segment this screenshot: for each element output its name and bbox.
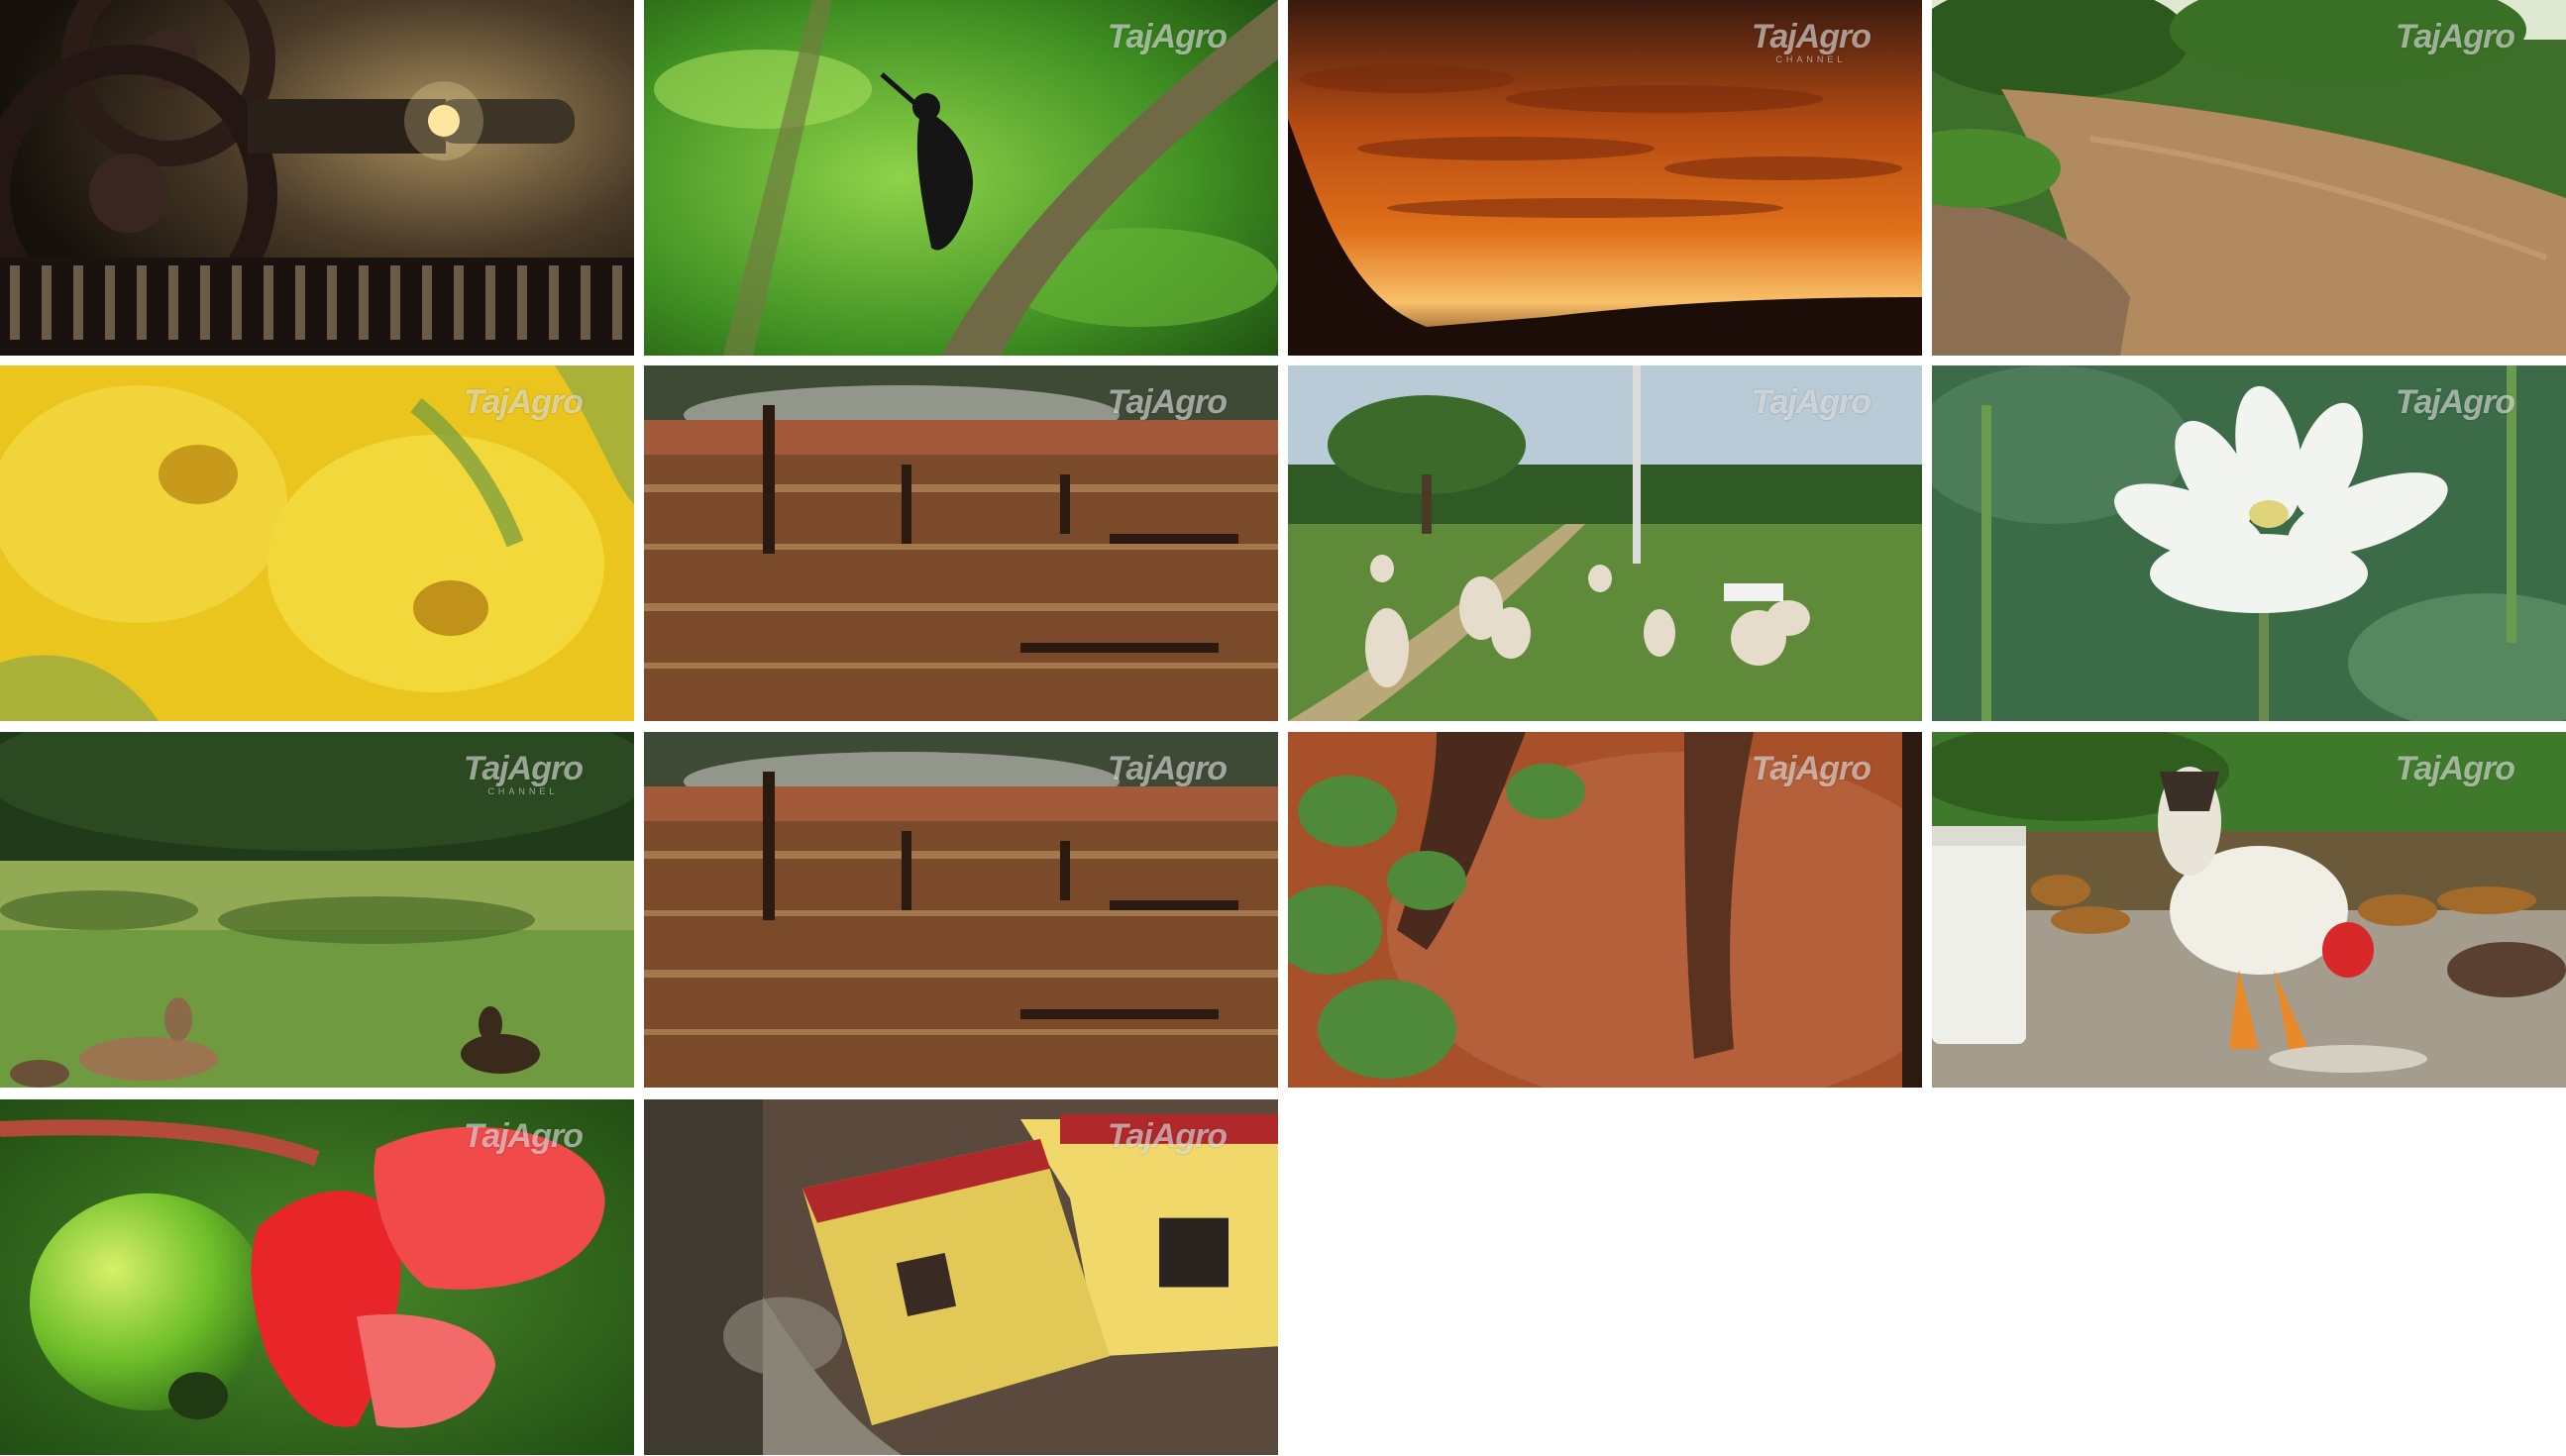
watermark-brand: TajAgro — [1751, 18, 1871, 55]
tile-lotus: TajAgro — [1932, 365, 2566, 721]
tile-burnt-field-2: TajAgro — [644, 732, 1278, 1088]
tile-burnt-field: TajAgro — [644, 365, 1278, 721]
tile-sunset: TajAgro CHANNEL — [1288, 0, 1922, 356]
tile-bird: TajAgro — [644, 0, 1278, 356]
tile-collapsing-building: TajAgro — [644, 1099, 1278, 1455]
tile-hen: TajAgro — [1932, 732, 2566, 1088]
tile-tree-soil: TajAgro — [1288, 732, 1922, 1088]
watermark-brand: TajAgro — [1751, 383, 1871, 421]
tile-river: TajAgro — [1932, 0, 2566, 356]
watermark-brand: TajAgro — [463, 750, 584, 787]
watermark-sub: CHANNEL — [1775, 54, 1847, 64]
watermark-brand: TajAgro — [2395, 750, 2515, 787]
tile-deer: TajAgro CHANNEL — [0, 732, 634, 1088]
tile-film-reel — [0, 0, 634, 356]
film-reel-projector-icon — [0, 0, 634, 356]
watermark-brand: TajAgro — [1751, 750, 1871, 787]
watermark-brand: TajAgro — [463, 383, 584, 421]
tile-sheep: TajAgro — [1288, 365, 1922, 721]
watermark-brand: TajAgro — [463, 1117, 584, 1155]
watermark-brand: TajAgro — [2395, 383, 2515, 421]
watermark-brand: TajAgro — [1107, 18, 1228, 55]
tile-cashew: TajAgro — [0, 1099, 634, 1455]
tile-yellow-flowers: TajAgro — [0, 365, 634, 721]
watermark-brand: TajAgro — [2395, 18, 2515, 55]
watermark-sub: CHANNEL — [487, 786, 559, 796]
thumbnail-grid: TajAgro TajAgro CHANNEL TajAgro TajAgro … — [0, 0, 2566, 1456]
watermark-brand: TajAgro — [1107, 1117, 1228, 1155]
watermark-brand: TajAgro — [1107, 383, 1228, 421]
watermark-brand: TajAgro — [1107, 750, 1228, 787]
